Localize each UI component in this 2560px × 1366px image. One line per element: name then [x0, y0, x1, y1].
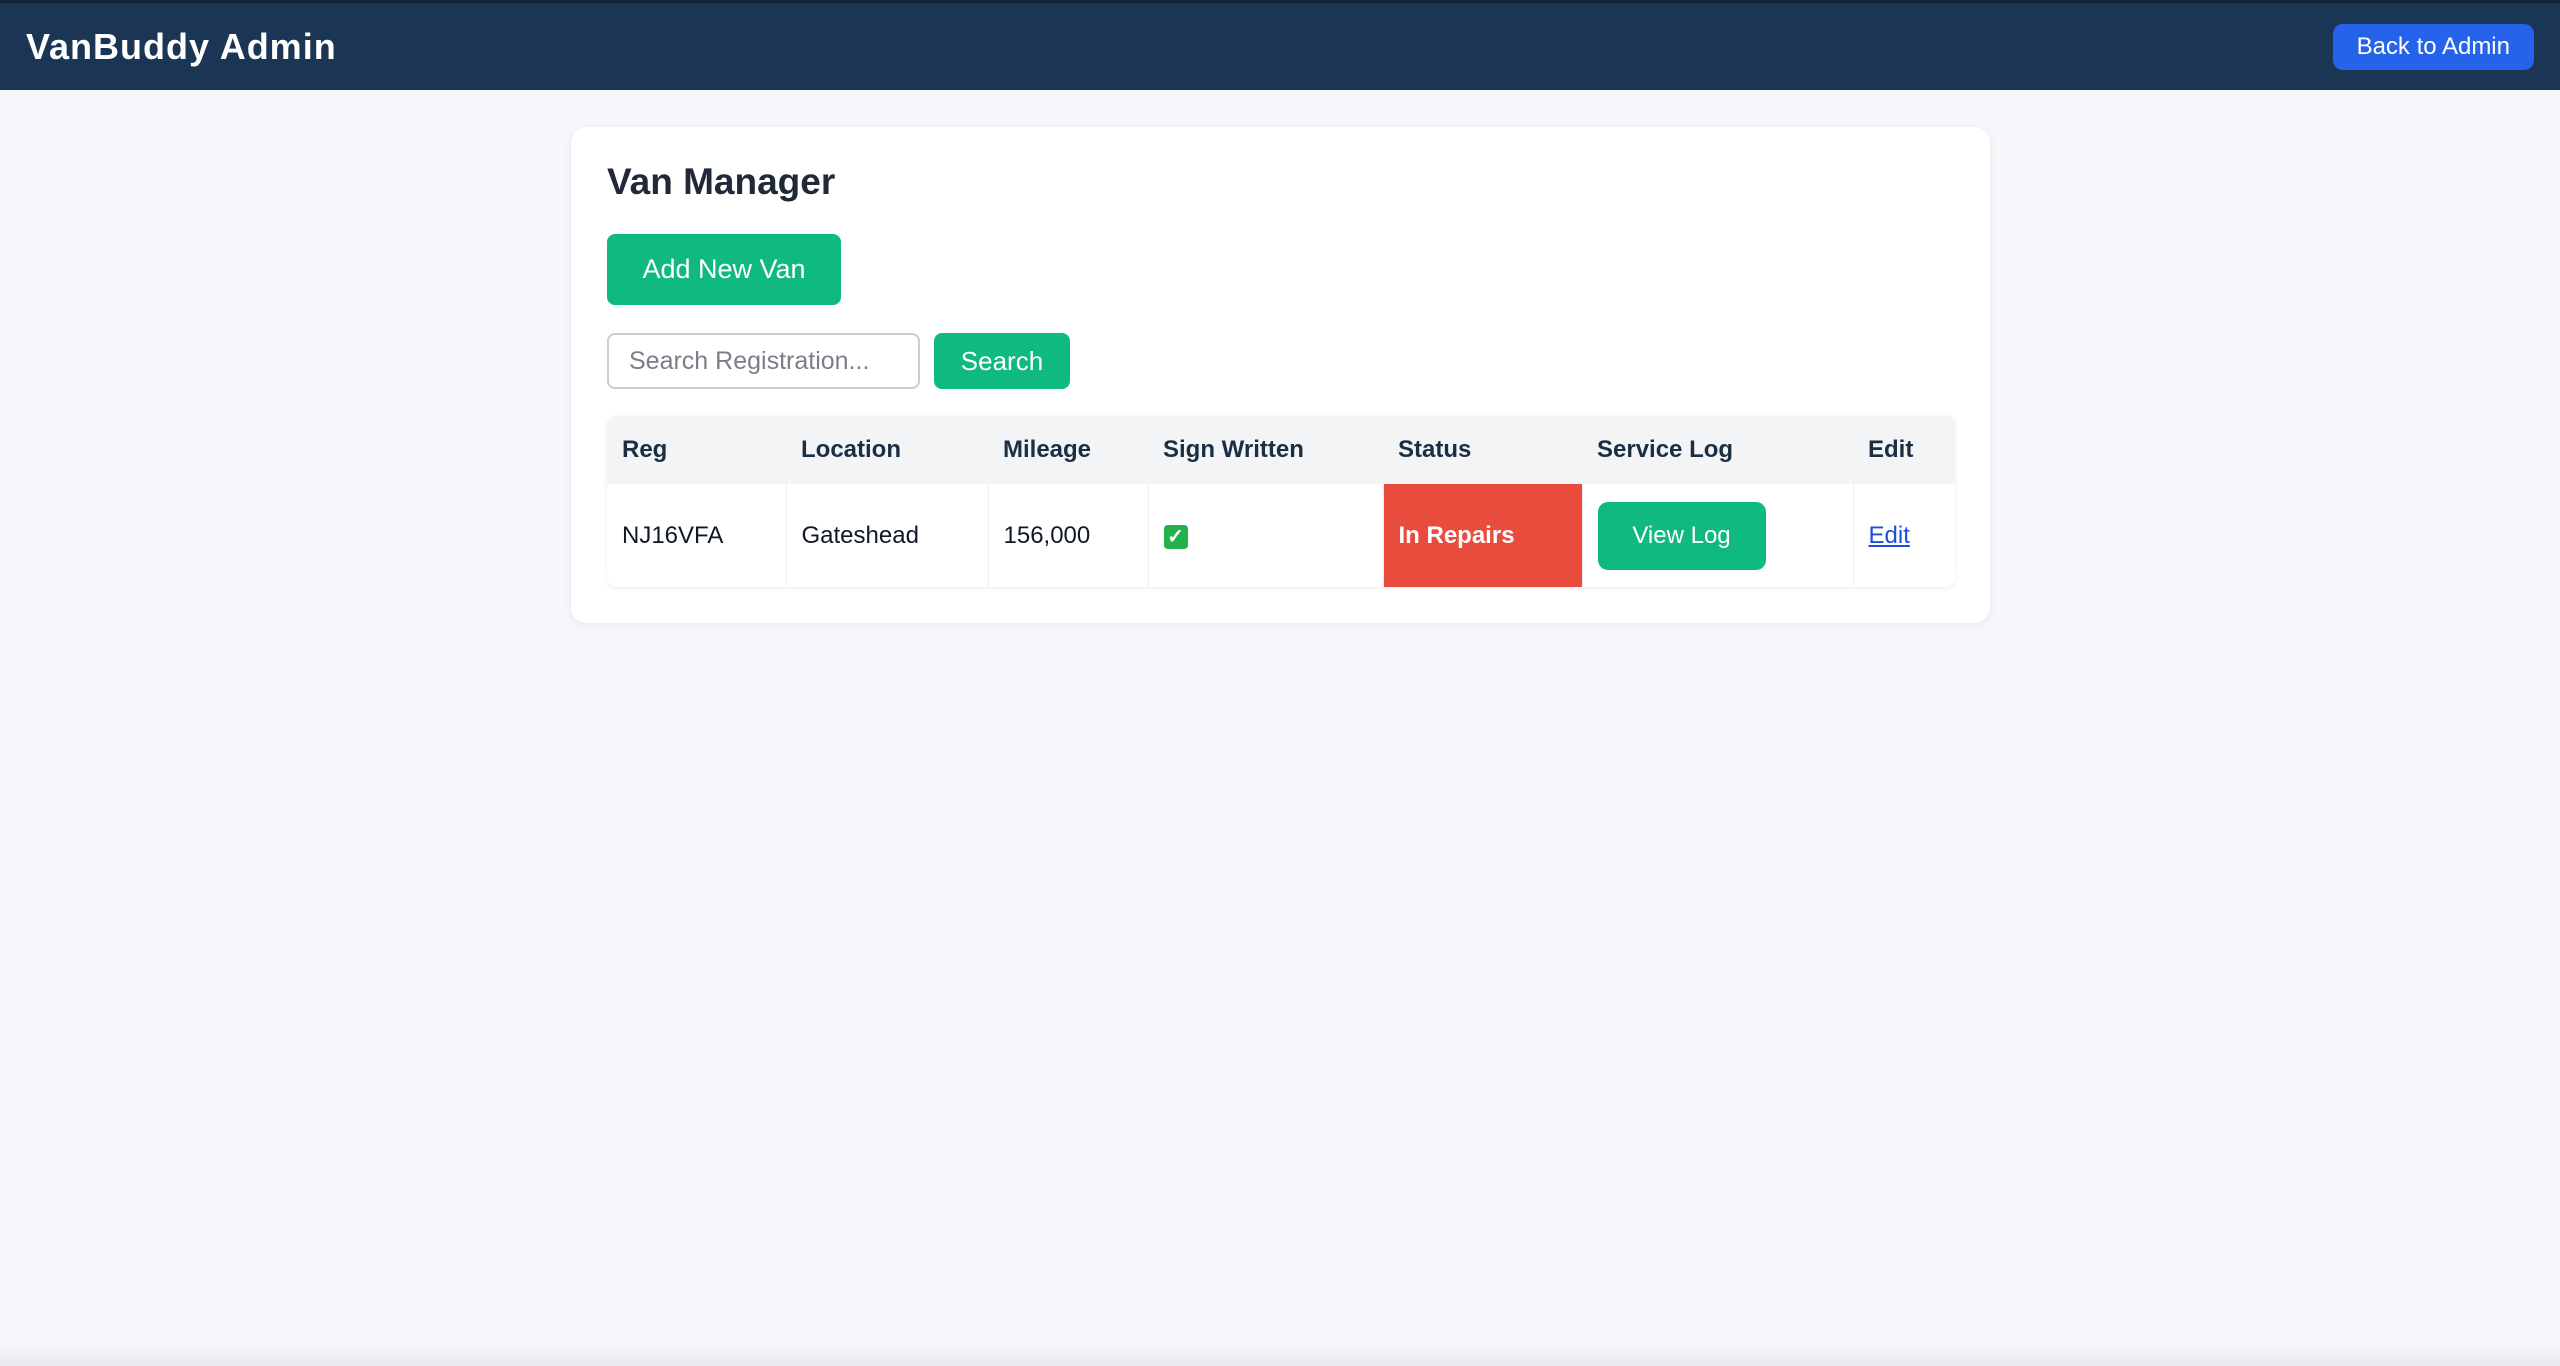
column-header-status: Status: [1383, 416, 1582, 484]
top-bar: VanBuddy Admin Back to Admin: [0, 0, 2560, 90]
table-row: NJ16VFA Gateshead 156,000 ✓ In Repairs V…: [607, 484, 1955, 587]
location-cell: Gateshead: [786, 484, 989, 587]
column-header-mileage: Mileage: [988, 416, 1148, 484]
table-header-row: Reg Location Mileage Sign Written Status…: [607, 416, 1955, 484]
column-header-sign-written: Sign Written: [1148, 416, 1383, 484]
bottom-edge-shadow: [0, 1340, 2560, 1366]
view-log-button[interactable]: View Log: [1597, 501, 1766, 570]
app-title: VanBuddy Admin: [26, 25, 337, 67]
reg-cell: NJ16VFA: [607, 484, 787, 587]
search-button[interactable]: Search: [934, 333, 1070, 389]
search-registration-input[interactable]: [607, 333, 920, 389]
mileage-cell: 156,000: [988, 484, 1149, 587]
add-new-van-button[interactable]: Add New Van: [607, 234, 841, 305]
page-title: Van Manager: [607, 161, 836, 202]
edit-link[interactable]: Edit: [1869, 522, 1910, 549]
service-log-cell: View Log: [1582, 484, 1854, 587]
column-header-edit: Edit: [1853, 416, 1955, 484]
column-header-reg: Reg: [607, 416, 786, 484]
column-header-location: Location: [786, 416, 988, 484]
status-cell: In Repairs: [1383, 484, 1583, 587]
back-to-admin-button[interactable]: Back to Admin: [2332, 23, 2534, 70]
vans-table: Reg Location Mileage Sign Written Status…: [607, 416, 1955, 587]
check-mark-icon: ✓: [1163, 524, 1188, 549]
sign-written-cell: ✓: [1148, 484, 1384, 587]
van-manager-card: Van Manager Add New Van Search Reg Locat…: [571, 127, 1990, 623]
edit-cell: Edit: [1853, 484, 1955, 587]
column-header-service-log: Service Log: [1582, 416, 1853, 484]
